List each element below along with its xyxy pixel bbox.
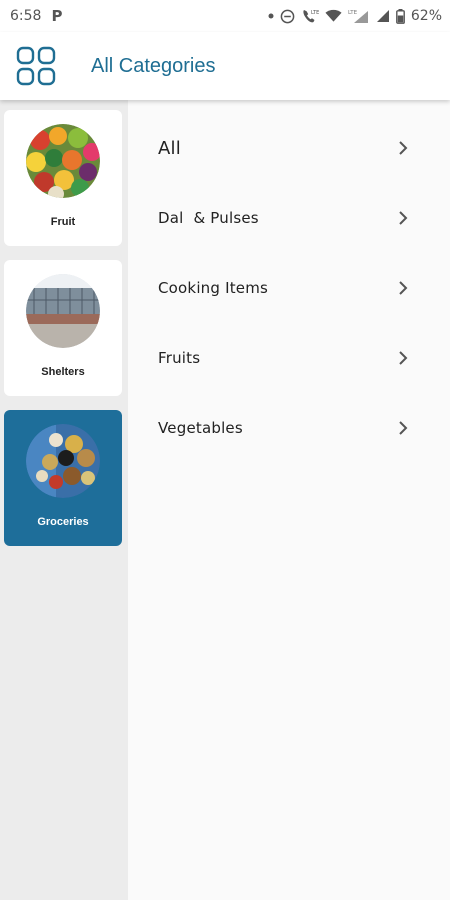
svg-text:LTE: LTE (311, 10, 319, 16)
category-card-shelters[interactable]: Shelters (4, 260, 122, 396)
groceries-thumbnail (26, 410, 100, 498)
category-label: Groceries (37, 516, 89, 528)
wifi-icon (325, 9, 342, 23)
signal-icon (376, 9, 390, 23)
grid-menu-icon[interactable] (0, 46, 56, 86)
lte-signal-icon: LTE (348, 8, 370, 24)
subcategory-item-cooking-items[interactable]: Cooking Items (128, 263, 450, 313)
subcategory-item-vegetables[interactable]: Vegetables (128, 403, 450, 453)
subcategory-label: Cooking Items (158, 279, 269, 297)
subcategory-label: Vegetables (158, 419, 243, 437)
battery-icon (395, 8, 405, 24)
fruit-thumbnail (26, 110, 100, 198)
subcategory-item-fruits[interactable]: Fruits (128, 333, 450, 383)
battery-percentage: 62% (410, 8, 442, 24)
page-title: All Categories (91, 54, 216, 77)
app-notification-icon: P (51, 7, 63, 25)
app-bar: All Categories (0, 32, 450, 100)
dot-icon (268, 13, 274, 19)
shelter-thumbnail (26, 260, 100, 348)
do-not-disturb-icon (280, 9, 295, 24)
status-bar: 6:58 P LTE LTE 62% (0, 0, 450, 32)
category-label: Shelters (41, 366, 85, 378)
subcategory-list: All Dal & Pulses Cooking Items Fruits Ve… (128, 100, 450, 900)
subcategory-label: Fruits (158, 349, 201, 367)
subcategory-item-all[interactable]: All (128, 123, 450, 173)
status-time: 6:58 (10, 8, 42, 24)
category-card-fruit[interactable]: Fruit (4, 110, 122, 246)
svg-text:LTE: LTE (348, 10, 358, 16)
subcategory-label: Dal & Pulses (158, 209, 259, 227)
category-card-groceries[interactable]: Groceries (4, 410, 122, 546)
subcategory-item-dal-pulses[interactable]: Dal & Pulses (128, 193, 450, 243)
category-sidebar: Fruit Shelters Groceries (0, 100, 128, 900)
category-label: Fruit (50, 216, 76, 228)
wifi-call-icon: LTE (301, 8, 319, 24)
subcategory-label: All (158, 137, 181, 159)
